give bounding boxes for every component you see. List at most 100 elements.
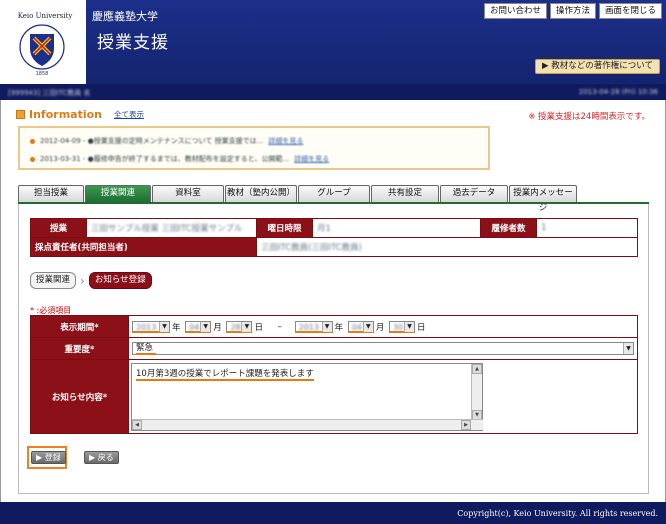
grader-label: 採点責任者(共同担当者) [30, 237, 257, 257]
info-item-text: 2013-03-31 - ●履修申告が終了するまでは、教材配布を設定すると、公開… [40, 155, 290, 163]
enrollment-value: 1 [536, 218, 638, 238]
scroll-left-icon[interactable]: ◀ [132, 419, 142, 430]
user-bar: [999943] 三田ITC教員 名 2013-04-28 (Fri) 10:3… [0, 84, 666, 100]
tab-class-messages[interactable]: 授業内メッセージ [509, 185, 577, 213]
content-text: 10月第3週の授業でレポート課題を発表します [136, 368, 314, 381]
end-year-select[interactable]: 2013 ▼ [294, 320, 333, 333]
day-period-label: 曜日時限 [256, 218, 313, 238]
header-bar: Keio University 1858 慶應義塾大学 授業支援 お問い合わせ … [0, 0, 666, 84]
info-item-text: 2012-04-09 - ●授業支援の定時メンテナンスについて 授業支援では..… [40, 137, 264, 145]
content-label: お知らせ内容* [30, 359, 129, 434]
end-year-value: 2013 [298, 322, 319, 332]
chevron-down-icon: ▼ [362, 321, 373, 332]
unit-year: 年 [334, 322, 344, 333]
end-day-value: 30 [393, 322, 404, 332]
priority-label: 重要度* [30, 337, 129, 360]
start-month-select[interactable]: 04 ▼ [185, 320, 212, 333]
back-button[interactable]: ▶ 戻る [84, 451, 119, 464]
information-header: Information 全て表示 [16, 108, 144, 121]
help-link[interactable]: 操作方法 [549, 3, 596, 19]
priority-select[interactable]: 緊急 ▼ [132, 342, 634, 355]
day-period-text: 月1 [317, 224, 331, 234]
chevron-down-icon: ▼ [200, 321, 211, 332]
bullet-icon [30, 138, 35, 144]
chevron-down-icon: ▼ [321, 321, 332, 332]
range-separator: – [277, 321, 282, 332]
end-month-value: 04 [351, 322, 363, 332]
info-item: 2012-04-09 - ●授業支援の定時メンテナンスについて 授業支援では..… [30, 135, 303, 147]
copyright-info-button[interactable]: ▶ 教材などの著作権について [535, 59, 660, 74]
grader-name: 三田ITC教員(三田ITC教員) [261, 243, 362, 253]
tab-sharing[interactable]: 共有設定 [371, 185, 439, 202]
info-item-link[interactable]: 詳細を見る [294, 154, 329, 164]
tab-campus-materials[interactable]: 教材（塾内公開） [225, 185, 297, 202]
tab-past-data[interactable]: 過去データ [440, 185, 508, 202]
chevron-down-icon: ▼ [241, 321, 252, 332]
information-icon [16, 110, 25, 119]
info-item: 2013-03-31 - ●履修申告が終了するまでは、教材配布を設定すると、公開… [30, 153, 329, 165]
footer-bar: Copyright(c), Keio University. All right… [0, 502, 666, 524]
course-label: 授業 [30, 218, 87, 238]
contact-link[interactable]: お問い合わせ [483, 3, 547, 19]
period-label: 表示期間* [30, 315, 129, 338]
tab-courses[interactable]: 担当授業 [18, 185, 84, 202]
current-datetime: 2013-04-28 (Fri) 10:36 [578, 88, 658, 96]
start-day-value: 28 [230, 322, 241, 332]
unit-month: 月 [375, 322, 385, 333]
priority-field: 緊急 ▼ [128, 337, 638, 360]
breadcrumb-parent[interactable]: 授業関連 [30, 272, 77, 289]
course-name: 三田サンプル授業 三田ITC授業サンプル [91, 224, 243, 234]
availability-notice: ※ 授業支援は24時間表示です。 [528, 112, 650, 122]
scroll-right-icon[interactable]: ▶ [461, 419, 471, 430]
tab-groups[interactable]: グループ [298, 185, 370, 202]
main-tabs: 担当授業 授業関連 資料室 教材（塾内公開） グループ 共有設定 過去データ 授… [18, 185, 577, 213]
enrollment-count: 1 [541, 223, 547, 233]
breadcrumb: 授業関連 › お知らせ登録 [30, 272, 152, 289]
pen-crest-icon [19, 24, 65, 70]
end-month-select[interactable]: 04 ▼ [347, 320, 374, 333]
show-all-link[interactable]: 全て表示 [114, 109, 144, 120]
start-day-select[interactable]: 28 ▼ [226, 320, 253, 333]
university-name: 慶應義塾大学 [92, 10, 158, 23]
chevron-down-icon: ▼ [404, 321, 415, 332]
unit-day: 日 [254, 322, 263, 333]
chevron-down-icon: ▼ [159, 321, 169, 332]
horizontal-scrollbar[interactable]: ◀ ▶ [132, 418, 483, 430]
university-logo: Keio University 1858 [0, 0, 86, 84]
start-year-value: 2013 [136, 322, 157, 332]
day-period-value: 月1 [312, 218, 481, 238]
period-fields: 2013 ▼ 年 04 ▼ 月 28 ▼ 日 – 2013 ▼ 年 04 ▼ 月 30 ▼ 日 [128, 315, 638, 338]
logo-text: Keio University [17, 12, 73, 20]
grader-value: 三田ITC教員(三田ITC教員) [256, 237, 638, 257]
notice-form: 表示期間* 2013 ▼ 年 04 ▼ 月 28 ▼ 日 – 2013 ▼ 年 04 ▼ 月 30 ▼… [30, 315, 638, 434]
priority-value: 緊急 [136, 343, 157, 355]
start-year-select[interactable]: 2013 ▼ [132, 320, 170, 333]
close-window-link[interactable]: 画面を閉じる [598, 3, 662, 19]
breadcrumb-current: お知らせ登録 [88, 272, 152, 289]
start-month-value: 04 [189, 322, 200, 332]
bullet-icon [30, 156, 35, 162]
chevron-down-icon: ▼ [623, 343, 633, 354]
information-box: 2012-04-09 - ●授業支援の定時メンテナンスについて 授業支援では..… [18, 126, 490, 170]
system-title: 授業支援 [97, 33, 169, 53]
tab-materials[interactable]: 資料室 [152, 185, 224, 202]
scroll-up-icon[interactable]: ▲ [472, 363, 482, 374]
info-item-link[interactable]: 詳細を見る [268, 136, 303, 146]
content-field: 10月第3週の授業でレポート課題を発表します ▲ ▼ ◀ ▶ [128, 359, 638, 434]
top-links: お問い合わせ 操作方法 画面を閉じる [483, 3, 662, 19]
end-day-select[interactable]: 30 ▼ [389, 320, 416, 333]
user-name: [999943] 三田ITC教員 名 [8, 89, 91, 97]
copyright-text: Copyright(c), Keio University. All right… [457, 509, 658, 518]
vertical-scrollbar[interactable]: ▲ ▼ [471, 363, 482, 420]
unit-day: 日 [417, 322, 426, 333]
unit-month: 月 [213, 322, 222, 333]
tab-course-related[interactable]: 授業関連 [85, 185, 151, 202]
enrollment-label: 履修者数 [480, 218, 537, 238]
crest-year: 1858 [35, 71, 49, 77]
content-textarea[interactable]: 10月第3週の授業でレポート課題を発表します ▲ ▼ ◀ ▶ [131, 362, 483, 431]
course-info-table: 授業 三田サンプル授業 三田ITC授業サンプル 曜日時限 月1 履修者数 1 採… [30, 218, 638, 257]
register-button[interactable]: ▶ 登録 [31, 451, 66, 464]
chevron-right-icon: › [80, 273, 85, 288]
course-value: 三田サンプル授業 三田ITC授業サンプル [86, 218, 257, 238]
unit-year: 年 [172, 322, 181, 333]
